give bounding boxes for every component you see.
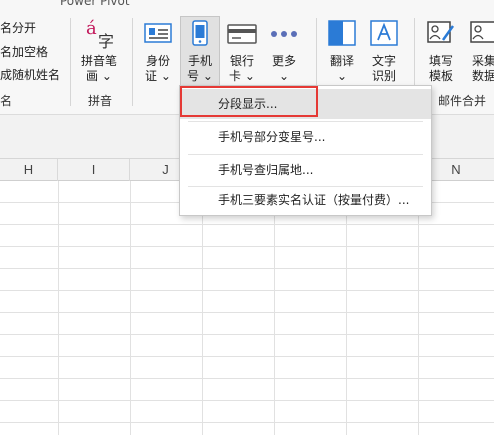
translate-button[interactable]: 翻译 ⌄ [324, 18, 360, 88]
grid-line [0, 356, 494, 357]
pinyin-icon: á 字 [86, 18, 115, 51]
column-header-i[interactable]: I [58, 159, 130, 181]
grid-line [0, 290, 494, 291]
collect-data-button[interactable]: 采集 数据 [466, 18, 494, 88]
ocr-icon [370, 20, 398, 46]
fill-template-label-2: 模板 [428, 69, 453, 83]
ocr-label-2: 识别 [371, 69, 396, 83]
cell-grid[interactable] [0, 181, 494, 435]
bank-card-icon [227, 24, 257, 44]
id-card-label-2: 证 ⌄ [145, 69, 171, 83]
pinyin-button[interactable]: á 字 拼音笔 画 ⌄ [80, 18, 118, 88]
name-split-button[interactable]: 名分开 [0, 19, 36, 36]
grid-line [0, 246, 494, 247]
column-header-h[interactable]: H [0, 159, 58, 181]
pinyin-group-label: 拼音 [88, 94, 113, 108]
collect-data-label: 采集 [471, 54, 494, 68]
phone-label-2: 号 ⌄ [187, 69, 213, 83]
grid-line [58, 181, 59, 435]
ocr-label: 文字 [371, 54, 396, 68]
id-card-button[interactable]: 身份 证 ⌄ [141, 18, 175, 88]
bank-card-button[interactable]: 银行 卡 ⌄ [224, 18, 260, 88]
pinyin-label: 拼音笔 [80, 54, 117, 68]
menu-item-three-factor-auth[interactable]: 手机三要素实名认证（按量付费）... [180, 185, 431, 215]
mail-merge-group-label: 邮件合并 [438, 94, 487, 108]
grid-line [202, 181, 203, 435]
random-name-button[interactable]: 成随机姓名 [0, 66, 60, 83]
separator [132, 18, 133, 106]
more-chevron-icon: ⌄ [278, 69, 290, 83]
grid-line [0, 334, 494, 335]
grid-line [418, 181, 419, 435]
phone-button-content[interactable]: 手机 号 ⌄ [182, 18, 218, 88]
more-icon [271, 31, 297, 37]
highlight-annotation-box [180, 86, 318, 117]
powerpivot-tab[interactable]: Power Pivot [60, 0, 130, 8]
menu-item-mask-phone[interactable]: 手机号部分变星号... [180, 122, 431, 152]
phone-label: 手机 [187, 54, 212, 68]
id-card-icon [144, 23, 172, 43]
pinyin-label-2: 画 ⌄ [86, 69, 112, 83]
translate-icon [328, 20, 356, 46]
grid-line [0, 268, 494, 269]
grid-line [0, 312, 494, 313]
more-button[interactable]: 更多 ⌄ [266, 18, 302, 88]
menu-item-phone-location[interactable]: 手机号查归属地... [180, 155, 431, 185]
id-card-label: 身份 [145, 54, 170, 68]
grid-line [130, 181, 131, 435]
collect-data-icon [470, 21, 494, 43]
grid-line [0, 224, 494, 225]
bank-card-label-2: 卡 ⌄ [229, 69, 255, 83]
translate-chevron-icon: ⌄ [336, 69, 348, 83]
grid-line [346, 181, 347, 435]
fill-template-label: 填写 [428, 54, 453, 68]
translate-label: 翻译 [329, 54, 354, 68]
separator [70, 18, 71, 106]
bank-card-label: 银行 [229, 54, 254, 68]
ocr-button[interactable]: 文字 识别 [366, 18, 402, 88]
more-label: 更多 [271, 54, 296, 68]
phone-icon [192, 20, 208, 46]
name-group-label: 名 [0, 94, 13, 108]
fill-template-icon [427, 21, 455, 43]
grid-line [0, 378, 494, 379]
name-add-space-button[interactable]: 名加空格 [0, 43, 48, 60]
grid-line [274, 181, 275, 435]
grid-line [0, 422, 494, 423]
fill-template-button[interactable]: 填写 模板 [422, 18, 460, 88]
collect-data-label-2: 数据 [471, 69, 494, 83]
grid-line [0, 400, 494, 401]
